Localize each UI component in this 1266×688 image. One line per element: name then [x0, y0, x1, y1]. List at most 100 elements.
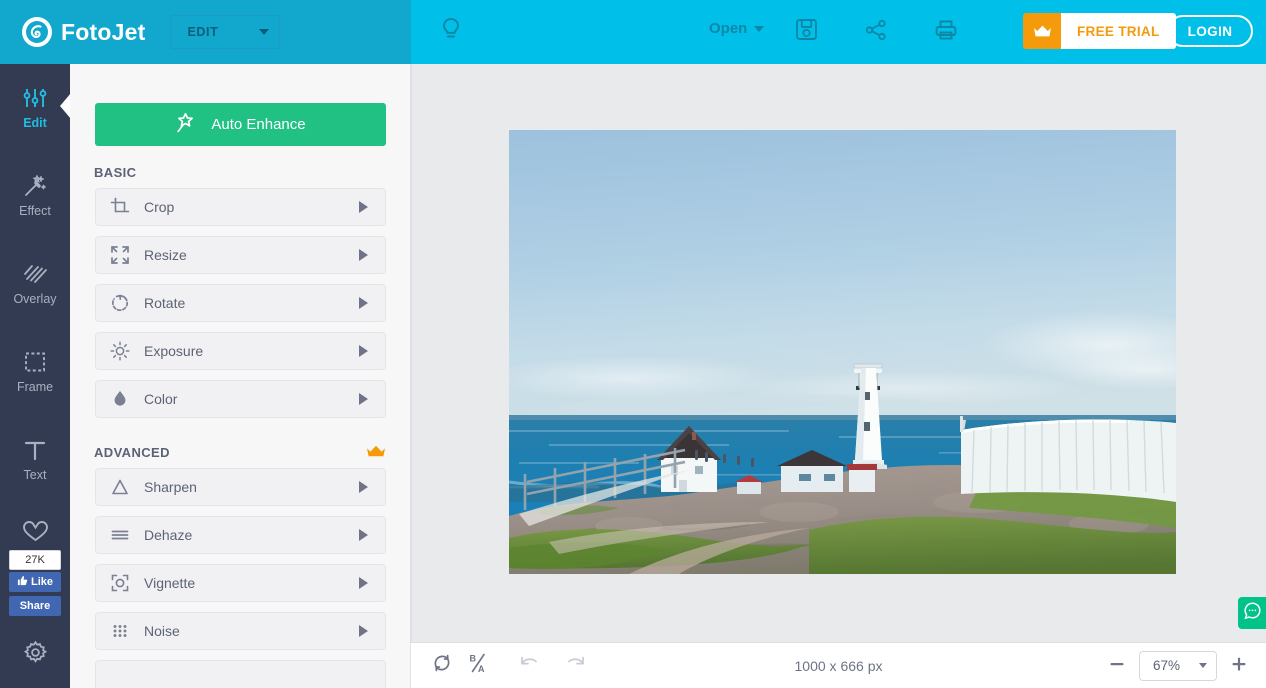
save-button[interactable] [789, 15, 823, 49]
printer-icon [934, 18, 958, 47]
sidebar-item-frame[interactable]: Frame [0, 332, 70, 408]
chevron-down-icon [259, 29, 270, 35]
tool-row-crop[interactable]: Crop [95, 188, 386, 226]
login-button[interactable]: LOGIN [1167, 15, 1253, 47]
tool-row-exposure[interactable]: Exposure [95, 332, 386, 370]
section-header-basic: BASIC [94, 162, 386, 182]
tool-label: Sharpen [144, 479, 197, 495]
chevron-down-icon [1199, 663, 1207, 668]
mode-select-edit[interactable]: EDIT [170, 15, 281, 49]
hatch-square-icon [22, 258, 48, 286]
favorite-button[interactable] [0, 519, 70, 548]
zoom-in-button[interactable] [1228, 655, 1250, 677]
tool-row-noise[interactable]: Noise [95, 612, 386, 650]
sidebar-item-text[interactable]: Text [0, 420, 70, 496]
triangle-icon [96, 477, 144, 497]
print-button[interactable] [929, 15, 963, 49]
tool-label: Noise [144, 623, 180, 639]
crop-icon [96, 197, 144, 217]
lightbulb-icon [440, 17, 462, 48]
lines-icon [96, 525, 144, 545]
gear-icon [23, 640, 48, 670]
mode-select-label: EDIT [187, 25, 219, 39]
crown-icon [1023, 13, 1061, 49]
free-trial-button[interactable]: FREE TRIAL [1023, 13, 1176, 49]
like-count[interactable]: 27K [9, 550, 61, 570]
tips-button[interactable] [434, 15, 468, 49]
chevron-right-icon [359, 393, 368, 405]
chevron-right-icon [359, 297, 368, 309]
top-toolbar: FotoJet EDIT Open FREE TRIAL LOGIN [0, 0, 1266, 64]
topbar-left-section: FotoJet EDIT [0, 0, 411, 64]
sidebar-item-label: Frame [16, 380, 54, 394]
settings-button[interactable] [0, 630, 70, 680]
chevron-down-icon [754, 25, 765, 32]
frame-icon [22, 346, 48, 374]
facebook-share-button[interactable]: Share [9, 596, 61, 616]
chat-bubble-icon [1243, 601, 1262, 625]
tool-row-vignette[interactable]: Vignette [95, 564, 386, 602]
chevron-right-icon [359, 625, 368, 637]
plus-icon [1231, 656, 1247, 676]
tool-row-rotate[interactable]: Rotate [95, 284, 386, 322]
heart-icon [22, 519, 49, 548]
tool-label: Exposure [144, 343, 204, 359]
sparkle-wand-icon [175, 112, 198, 138]
tool-label: Vignette [144, 575, 196, 591]
droplet-icon [96, 389, 144, 409]
zoom-controls: 67% [1106, 650, 1250, 681]
sidebar-item-label: Text [23, 468, 47, 482]
zoom-level-value: 67% [1153, 658, 1181, 673]
chevron-right-icon [359, 529, 368, 541]
sidebar-item-edit[interactable]: Edit [0, 68, 70, 144]
chevron-right-icon [359, 345, 368, 357]
share-nodes-icon [864, 18, 888, 47]
tool-row-dehaze[interactable]: Dehaze [95, 516, 386, 554]
sidebar-item-effect[interactable]: Effect [0, 156, 70, 232]
tool-label: Resize [144, 247, 187, 263]
fotojet-editor-window: FotoJet EDIT Open FREE TRIAL LOGIN Edit … [0, 0, 1266, 688]
chevron-right-icon [359, 249, 368, 261]
resize-arrows-icon [96, 245, 144, 265]
minus-icon [1109, 656, 1125, 676]
brand: FotoJet [22, 17, 145, 47]
sidebar-item-label: Effect [19, 204, 51, 218]
share-button[interactable] [859, 15, 893, 49]
chevron-right-icon [359, 481, 368, 493]
facebook-like-button[interactable]: Like [9, 572, 61, 592]
open-menu-button[interactable]: Open [709, 20, 765, 37]
section-title: ADVANCED [94, 444, 170, 460]
free-trial-label: FREE TRIAL [1061, 13, 1176, 49]
sliders-icon [22, 82, 48, 110]
sidebar-item-overlay[interactable]: Overlay [0, 244, 70, 320]
tool-row-partial-below[interactable] [95, 660, 386, 688]
canvas-area[interactable] [411, 64, 1266, 642]
sun-brightness-icon [96, 341, 144, 361]
chevron-right-icon [359, 577, 368, 589]
facebook-like-label: Like [30, 576, 53, 588]
tool-row-sharpen[interactable]: Sharpen [95, 468, 386, 506]
tool-label: Crop [144, 199, 175, 215]
zoom-out-button[interactable] [1106, 655, 1128, 677]
tool-row-color[interactable]: Color [95, 380, 386, 418]
sidebar-item-label: Overlay [13, 292, 57, 306]
tool-label: Dehaze [144, 527, 193, 543]
photo-canvas[interactable] [509, 130, 1176, 574]
fotojet-swirl-logo-icon [22, 17, 52, 47]
auto-enhance-button[interactable]: Auto Enhance [95, 103, 386, 146]
topbar-right-section: Open FREE TRIAL LOGIN [411, 0, 1266, 64]
thumbs-up-icon [17, 575, 28, 589]
auto-enhance-label: Auto Enhance [211, 116, 306, 133]
dots-grid-icon [96, 621, 144, 641]
open-menu-label: Open [709, 20, 748, 37]
facebook-share-label: Share [19, 600, 51, 612]
zoom-level-select[interactable]: 67% [1139, 650, 1217, 681]
bottom-status-bar: B A 1000 x 666 px 67% [411, 642, 1266, 688]
login-label: LOGIN [1187, 23, 1233, 39]
brand-name: FotoJet [61, 18, 146, 45]
edit-tools-panel: Auto Enhance BASIC Crop Resize Rotate Ex… [70, 64, 411, 688]
chat-support-button[interactable] [1238, 597, 1266, 629]
save-floppy-icon [795, 18, 818, 46]
section-header-advanced: ADVANCED [94, 442, 386, 462]
tool-row-resize[interactable]: Resize [95, 236, 386, 274]
